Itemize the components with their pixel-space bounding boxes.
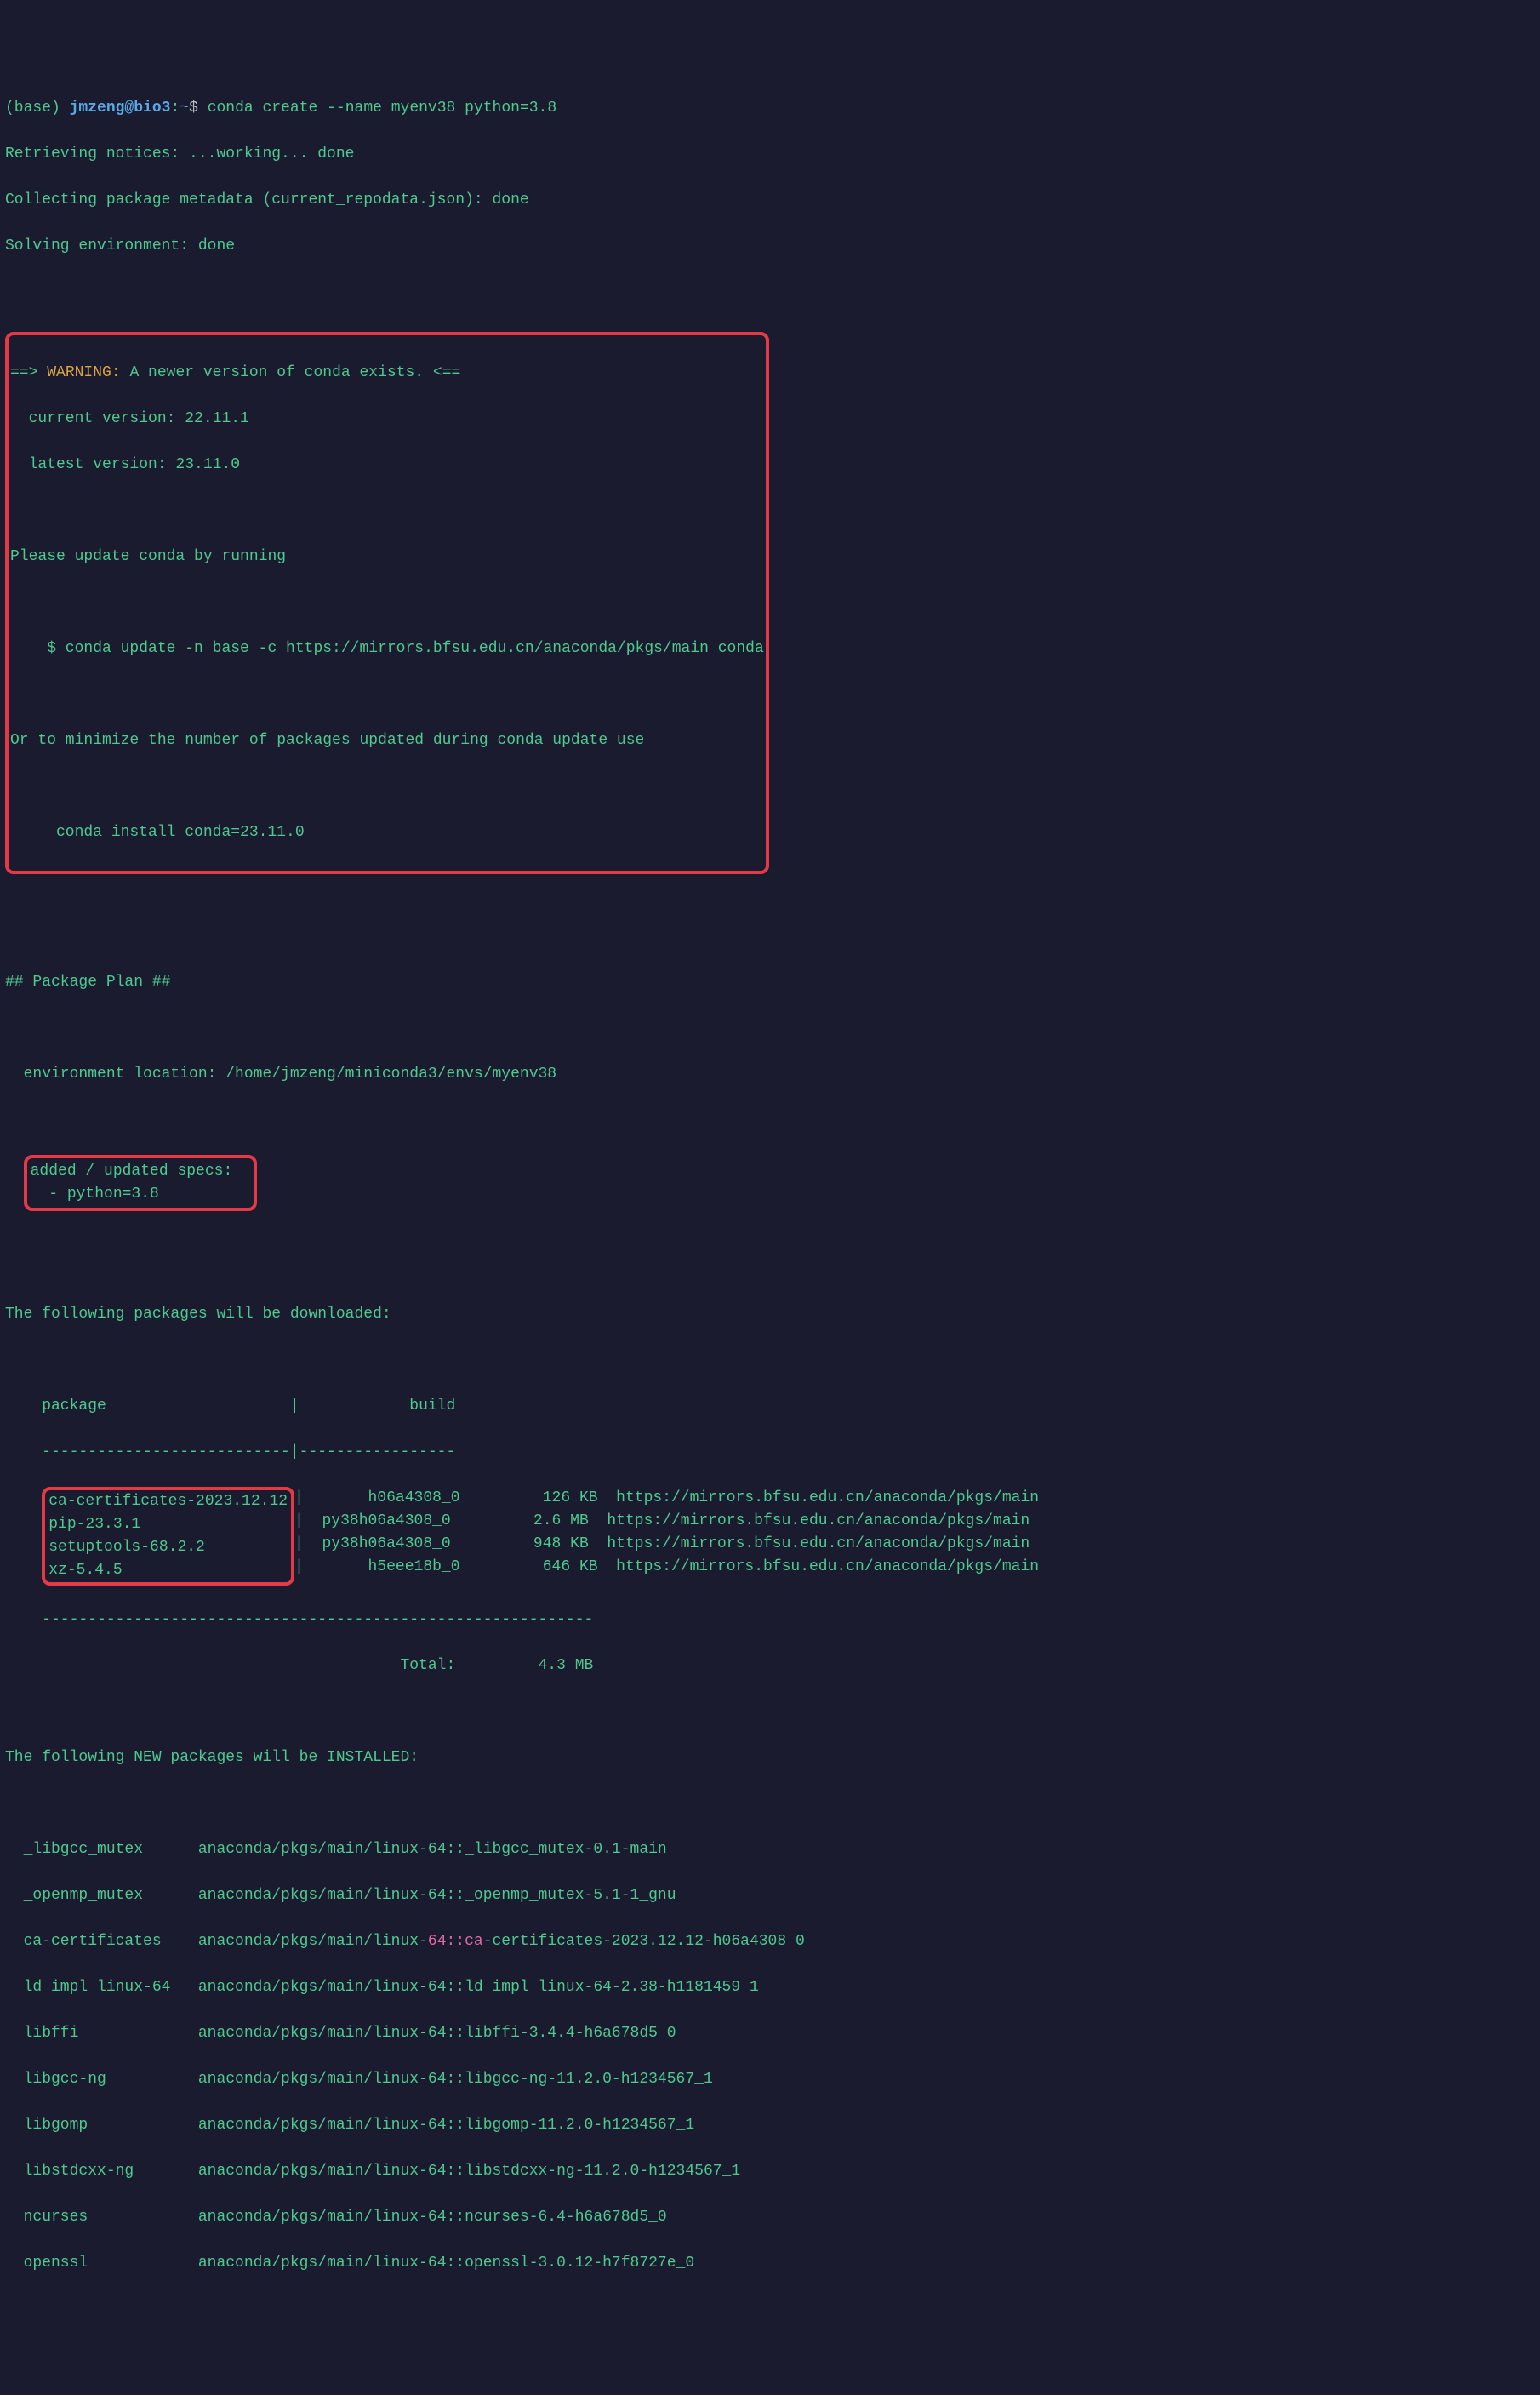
pkg-name: xz-5.4.5 xyxy=(48,1559,288,1582)
warning-box: ==> WARNING: A newer version of conda ex… xyxy=(5,332,769,874)
env-tag: (base) xyxy=(5,100,70,117)
install-pkg-name: _libgcc_mutex xyxy=(5,1841,198,1858)
install-pkg-spec: anaconda/pkgs/main/linux-64::ld_impl_lin… xyxy=(198,1979,759,1996)
install-pkg-spec: anaconda/pkgs/main/linux-64::libffi-3.4.… xyxy=(198,2025,676,2042)
progress-metadata: Collecting package metadata (current_rep… xyxy=(5,189,1535,212)
command-text: conda create --name myenv38 python=3.8 xyxy=(208,100,556,117)
install-pkg-name: _openmp_mutex xyxy=(5,1887,198,1904)
install-pkg-spec: anaconda/pkgs/main/linux-64::libgomp-11.… xyxy=(198,2117,694,2134)
pkg-size: 2.6 MB xyxy=(451,1512,589,1529)
pkg-name: setuptools-68.2.2 xyxy=(48,1536,288,1559)
dollar: $ xyxy=(189,100,208,117)
pkg-url: https://mirrors.bfsu.edu.cn/anaconda/pkg… xyxy=(589,1535,1030,1552)
warning-label: WARNING: xyxy=(47,364,120,381)
pkg-url: https://mirrors.bfsu.edu.cn/anaconda/pkg… xyxy=(598,1489,1039,1506)
table-header: package | build xyxy=(5,1395,1535,1418)
install-pkg-spec-post: -certificates-2023.12.12-h06a4308_0 xyxy=(483,1933,805,1950)
install-pkg-name: libgomp xyxy=(5,2117,198,2134)
install-row: ncurses anaconda/pkgs/main/linux-64::ncu… xyxy=(5,2206,1535,2229)
install-pkg-name: ca-certificates xyxy=(5,1933,198,1950)
install-row: libgcc-ng anaconda/pkgs/main/linux-64::l… xyxy=(5,2068,1535,2091)
terminal-output: (base) jmzeng@bio3:~$ conda create --nam… xyxy=(5,74,1535,2298)
install-pkg-spec: anaconda/pkgs/main/linux-64::openssl-3.0… xyxy=(198,2255,694,2272)
table-row: ca-certificates-2023.12.12pip-23.3.1 set… xyxy=(5,1487,1535,1586)
conda-update-cmd: $ conda update -n base -c https://mirror… xyxy=(10,637,764,660)
install-row: ld_impl_linux-64 anaconda/pkgs/main/linu… xyxy=(5,1976,1535,1999)
install-pkg-name: ld_impl_linux-64 xyxy=(5,1979,198,1996)
pkg-build: h06a4308_0 xyxy=(304,1489,460,1506)
please-update: Please update conda by running xyxy=(10,546,764,569)
cwd: ~ xyxy=(180,100,189,117)
install-row: libstdcxx-ng anaconda/pkgs/main/linux-64… xyxy=(5,2160,1535,2183)
install-row: libgomp anaconda/pkgs/main/linux-64::lib… xyxy=(5,2114,1535,2137)
install-row: _libgcc_mutex anaconda/pkgs/main/linux-6… xyxy=(5,1838,1535,1861)
install-pkg-spec: anaconda/pkgs/main/linux- xyxy=(198,1933,428,1950)
table-rule: ---------------------------|------------… xyxy=(5,1441,1535,1464)
warning-header: ==> WARNING: A newer version of conda ex… xyxy=(10,362,764,385)
progress-solving: Solving environment: done xyxy=(5,235,1535,258)
pkg-build: py38h06a4308_0 xyxy=(304,1535,451,1552)
pkg-size: 646 KB xyxy=(460,1558,598,1575)
specs-box: added / updated specs: - python=3.8 xyxy=(24,1155,257,1211)
specs-item: - python=3.8 xyxy=(31,1183,250,1206)
current-version: current version: 22.11.1 xyxy=(10,408,764,431)
install-pkg-name: libgcc-ng xyxy=(5,2071,198,2088)
install-pkg-spec: anaconda/pkgs/main/linux-64::_libgcc_mut… xyxy=(198,1841,667,1858)
install-pkg-name: libffi xyxy=(5,2025,198,2042)
download-intro: The following packages will be downloade… xyxy=(5,1303,1535,1326)
install-pkg-spec: anaconda/pkgs/main/linux-64::libstdcxx-n… xyxy=(198,2163,740,2180)
install-pkg-name: openssl xyxy=(5,2255,198,2272)
pkg-build: h5eee18b_0 xyxy=(304,1558,460,1575)
env-location: environment location: /home/jmzeng/minic… xyxy=(5,1063,1535,1086)
table-rule-bottom: ----------------------------------------… xyxy=(5,1609,1535,1632)
package-plan-header: ## Package Plan ## xyxy=(5,971,1535,994)
specs-header: added / updated specs: xyxy=(31,1160,250,1183)
pkg-size: 948 KB xyxy=(451,1535,589,1552)
or-minimize: Or to minimize the number of packages up… xyxy=(10,729,764,752)
pkg-size: 126 KB xyxy=(460,1489,598,1506)
pkg-url: https://mirrors.bfsu.edu.cn/anaconda/pkg… xyxy=(589,1512,1030,1529)
install-row: libffi anaconda/pkgs/main/linux-64::libf… xyxy=(5,2022,1535,2045)
install-pkg-name: ncurses xyxy=(5,2209,198,2226)
pkg-build: py38h06a4308_0 xyxy=(304,1512,451,1529)
install-intro: The following NEW packages will be INSTA… xyxy=(5,1746,1535,1769)
pkg-name: pip-23.3.1 xyxy=(48,1513,288,1536)
conda-install-cmd: conda install conda=23.11.0 xyxy=(10,821,764,844)
pkg-url: https://mirrors.bfsu.edu.cn/anaconda/pkg… xyxy=(598,1558,1039,1575)
install-row: openssl anaconda/pkgs/main/linux-64::ope… xyxy=(5,2252,1535,2275)
install-pkg-spec: anaconda/pkgs/main/linux-64::ncurses-6.4… xyxy=(198,2209,667,2226)
install-row: ca-certificates anaconda/pkgs/main/linux… xyxy=(5,1930,1535,1953)
pkg-name: ca-certificates-2023.12.12 xyxy=(48,1490,288,1513)
package-highlight-box: ca-certificates-2023.12.12pip-23.3.1 set… xyxy=(42,1487,294,1586)
sep: : xyxy=(170,100,180,117)
install-pkg-spec: anaconda/pkgs/main/linux-64::libgcc-ng-1… xyxy=(198,2071,713,2088)
prompt-line[interactable]: (base) jmzeng@bio3:~$ conda create --nam… xyxy=(5,97,1535,120)
progress-notices: Retrieving notices: ...working... done xyxy=(5,143,1535,166)
user-host: jmzeng@bio3 xyxy=(70,100,171,117)
pink-highlight: 64::ca xyxy=(428,1933,483,1950)
total-line: Total: 4.3 MB xyxy=(5,1655,1535,1678)
install-pkg-spec: anaconda/pkgs/main/linux-64::_openmp_mut… xyxy=(198,1887,676,1904)
install-pkg-name: libstdcxx-ng xyxy=(5,2163,198,2180)
latest-version: latest version: 23.11.0 xyxy=(10,454,764,477)
install-row: _openmp_mutex anaconda/pkgs/main/linux-6… xyxy=(5,1884,1535,1907)
